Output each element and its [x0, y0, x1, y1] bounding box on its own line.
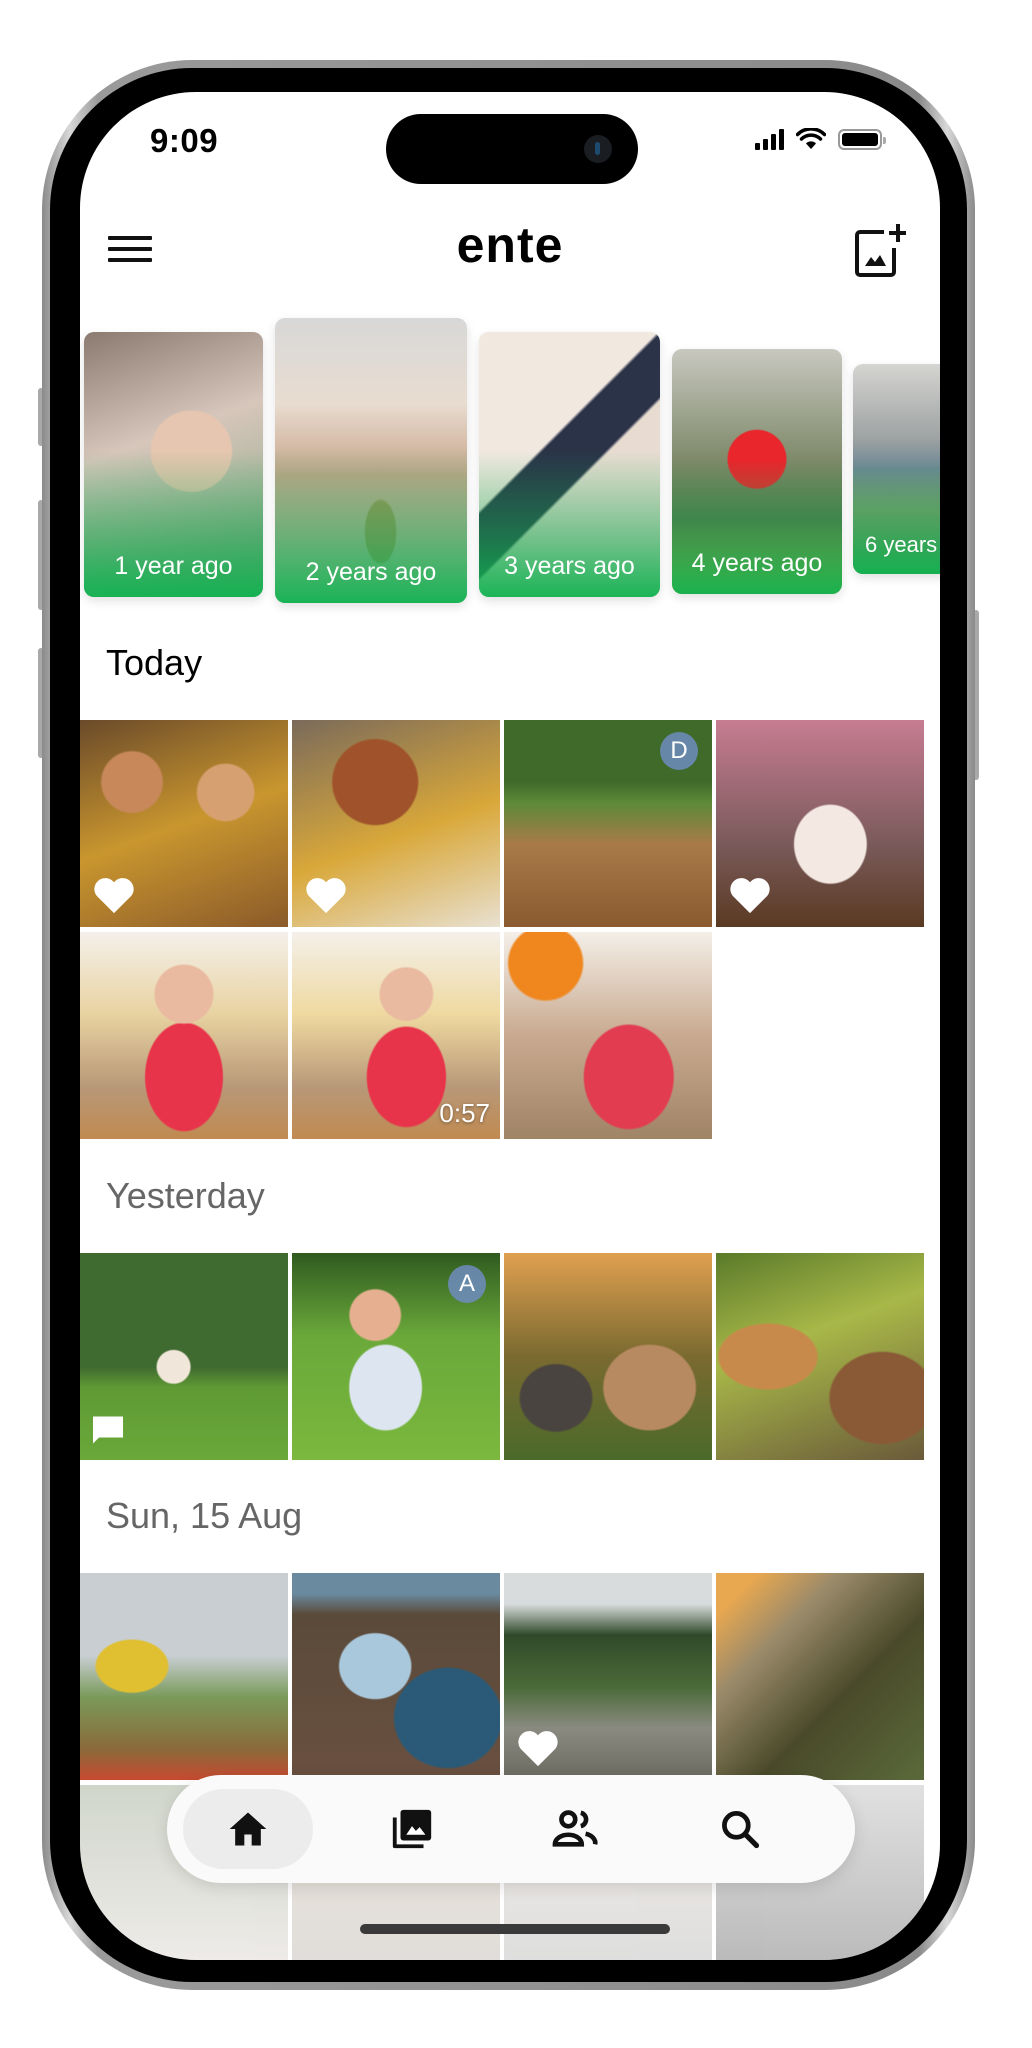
people-icon [552, 1810, 598, 1847]
dynamic-island [386, 114, 638, 184]
home-indicator[interactable] [360, 1924, 670, 1934]
shared-by-avatar: A [448, 1265, 486, 1303]
bottom-navigation [167, 1775, 855, 1883]
memories-carousel[interactable]: 1 year ago 2 years ago 3 years ago 4 yea… [80, 318, 940, 624]
nav-people[interactable] [511, 1789, 641, 1869]
photo-tile[interactable] [716, 720, 924, 927]
favorite-heart-icon [94, 878, 134, 914]
photo-tile[interactable] [80, 932, 288, 1139]
photo-tile[interactable] [716, 1253, 924, 1460]
section-title-yesterday: Yesterday [106, 1175, 265, 1216]
memory-card[interactable]: 6 years ago [853, 364, 940, 574]
home-icon [229, 1812, 267, 1846]
comment-icon [93, 1416, 123, 1444]
memory-card[interactable]: 2 years ago [275, 318, 467, 603]
favorite-heart-icon [306, 878, 346, 914]
nav-albums[interactable] [347, 1789, 477, 1869]
shared-by-avatar: D [660, 732, 698, 770]
photo-tile[interactable] [716, 1573, 924, 1780]
memory-card[interactable]: 3 years ago [479, 332, 660, 597]
app-title: ente [456, 217, 564, 273]
nav-home[interactable] [183, 1789, 313, 1869]
photo-tile[interactable] [504, 932, 712, 1139]
photo-tile[interactable]: D [504, 720, 712, 927]
memory-label: 4 years ago [691, 549, 823, 577]
video-duration: 0:57 [439, 1098, 490, 1128]
photo-tile[interactable] [504, 1253, 712, 1460]
memory-card[interactable]: 4 years ago [672, 349, 842, 594]
memory-label: 1 year ago [114, 552, 233, 580]
wifi-icon [796, 128, 826, 149]
favorite-heart-icon [730, 878, 770, 914]
app-header: ente [80, 212, 940, 292]
photo-tile[interactable] [80, 720, 288, 927]
section-title-today: Today [106, 642, 203, 683]
photo-tile[interactable] [504, 1573, 712, 1780]
battery-full-icon [838, 128, 886, 150]
signal-bars-icon [755, 128, 784, 150]
section-title-sun-15-aug: Sun, 15 Aug [106, 1495, 303, 1536]
photo-tile[interactable] [80, 1253, 288, 1460]
favorite-heart-icon [518, 1731, 558, 1767]
photo-tile[interactable] [80, 1573, 288, 1780]
status-icons [755, 128, 886, 150]
photo-tile[interactable] [292, 720, 500, 927]
nav-search[interactable] [675, 1789, 805, 1869]
memory-label: 2 years ago [305, 558, 437, 586]
memory-card[interactable]: 1 year ago [84, 332, 263, 597]
app-screen: 9:09 ente 1 year ago 2 years ago 3 years… [80, 92, 940, 1960]
photo-tile[interactable]: A [292, 1253, 500, 1460]
status-time: 9:09 [150, 122, 219, 159]
memory-label: 6 years ago [865, 532, 940, 557]
add-photo-icon[interactable] [854, 222, 906, 278]
memory-label: 3 years ago [504, 552, 635, 580]
camera-icon [584, 135, 612, 163]
search-icon [722, 1811, 760, 1849]
photo-tile[interactable] [292, 1573, 500, 1780]
video-tile[interactable]: 0:57 [292, 932, 500, 1139]
albums-icon [392, 1809, 432, 1849]
